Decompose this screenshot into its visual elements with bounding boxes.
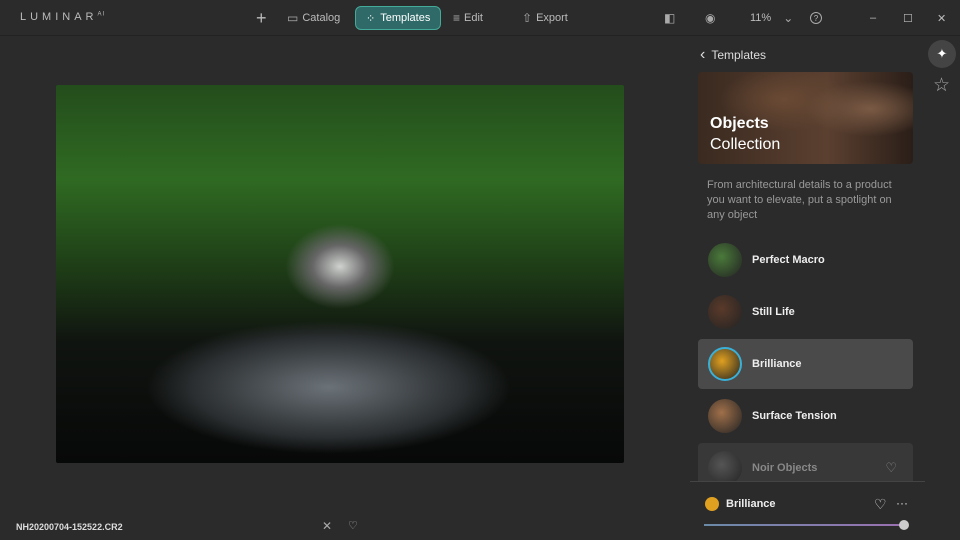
- collection-description: From architectural details to a product …: [707, 179, 892, 221]
- export-button[interactable]: ⇧ Export: [522, 6, 568, 30]
- star-icon[interactable]: ☆: [933, 74, 950, 97]
- export-icon: ⇧: [522, 11, 533, 25]
- amount-slider[interactable]: [704, 520, 909, 530]
- chevron-left-icon: ‹: [700, 46, 706, 63]
- template-thumbnail: [708, 451, 742, 485]
- template-item[interactable]: Still Life: [698, 287, 913, 337]
- reject-button[interactable]: ✕: [322, 519, 332, 533]
- template-label: Surface Tension: [752, 410, 837, 422]
- heart-icon[interactable]: ♡: [885, 460, 897, 476]
- template-item[interactable]: Brilliance: [698, 339, 913, 389]
- minimize-button[interactable]: –: [870, 6, 876, 30]
- filename: NH20200704-152522.CR2: [16, 522, 123, 532]
- help-button[interactable]: ?: [810, 6, 822, 30]
- template-item[interactable]: Perfect Macro: [698, 235, 913, 285]
- top-bar: LUMINARAI + ▭ Catalog ⁘ Templates ≡ Edit ⇧ E…: [0, 0, 960, 36]
- help-icon: ?: [810, 12, 822, 24]
- maximize-button[interactable]: ☐: [903, 6, 913, 30]
- template-item[interactable]: Surface Tension: [698, 391, 913, 441]
- preview-button[interactable]: ◉: [705, 6, 715, 30]
- template-label: Brilliance: [752, 358, 802, 370]
- template-thumbnail: [705, 497, 719, 511]
- template-label: Perfect Macro: [752, 254, 825, 266]
- applied-template-name: Brilliance: [726, 498, 776, 510]
- template-thumbnail: [708, 295, 742, 329]
- slider-knob[interactable]: [899, 520, 909, 530]
- compare-button[interactable]: ◧: [664, 6, 675, 30]
- template-label: Still Life: [752, 306, 795, 318]
- right-rail: ✦ ☆: [925, 36, 960, 540]
- tab-edit[interactable]: ≡ Edit: [453, 6, 483, 30]
- template-label: Noir Objects: [752, 462, 818, 474]
- chevron-down-icon: ⌄: [783, 11, 794, 25]
- template-thumbnail: [708, 347, 742, 381]
- folder-icon: ▭: [287, 11, 299, 25]
- template-thumbnail: [708, 243, 742, 277]
- heart-icon[interactable]: ♡: [874, 496, 887, 513]
- close-button[interactable]: ✕: [937, 6, 946, 30]
- tab-templates[interactable]: ⁘ Templates: [355, 6, 442, 30]
- favorite-button[interactable]: ♡: [348, 519, 358, 532]
- applied-template-bar: Brilliance ♡ ···: [690, 481, 925, 540]
- add-button[interactable]: +: [256, 6, 267, 30]
- logo: LUMINARAI: [20, 11, 106, 23]
- templates-panel: ‹ Templates Objects Collection From archi…: [690, 36, 925, 540]
- tab-catalog[interactable]: ▭ Catalog: [287, 6, 340, 30]
- collection-hero: Objects Collection: [698, 72, 913, 164]
- templates-wand-button[interactable]: ✦: [928, 40, 956, 68]
- wand-icon: ⁘: [366, 12, 376, 25]
- eye-icon: ◉: [705, 11, 716, 25]
- template-thumbnail: [708, 399, 742, 433]
- more-button[interactable]: ···: [896, 496, 908, 510]
- photo-canvas[interactable]: [56, 85, 624, 463]
- zoom-dropdown[interactable]: 11% ⌄: [750, 6, 793, 30]
- back-button[interactable]: ‹ Templates: [700, 46, 766, 64]
- sliders-icon: ≡: [453, 11, 461, 25]
- compare-icon: ◧: [664, 11, 676, 25]
